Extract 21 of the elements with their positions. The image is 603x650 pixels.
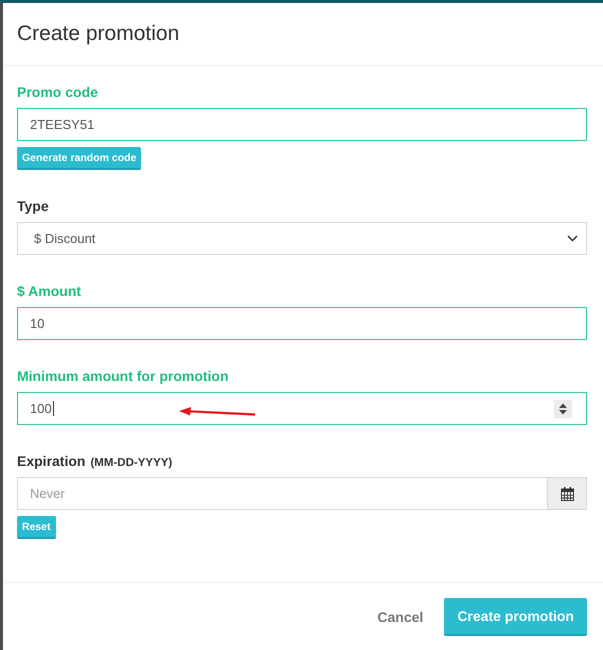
field-action-button[interactable]: Reset [17,516,56,539]
format-hint: (MM-DD-YYYY) [90,457,172,469]
calendar-button[interactable] [548,477,587,510]
text-cursor-icon [52,401,54,416]
field-label: $ Amount [17,282,82,300]
field-action-button[interactable]: Generate random code [17,147,142,170]
text-field[interactable]: 2TEESY51 [17,108,587,141]
dialog-title: Create promotion [17,22,180,46]
date-field[interactable]: Never [17,477,548,510]
field-label: Expiration [17,452,86,470]
submit-button[interactable]: Create promotion [444,598,587,636]
text-field[interactable]: 10 [17,307,587,340]
number-field[interactable]: 100 [17,392,587,425]
field-label: Minimum amount for promotion [17,367,229,385]
cancel-button[interactable]: Cancel [367,603,434,631]
calendar-icon [560,486,574,500]
field-label: Promo code [17,83,98,101]
dropdown[interactable]: $ Discount [17,222,587,255]
spinner-icon[interactable] [554,400,572,418]
field-label: Type [17,197,49,215]
chevron-down-icon [567,235,578,242]
